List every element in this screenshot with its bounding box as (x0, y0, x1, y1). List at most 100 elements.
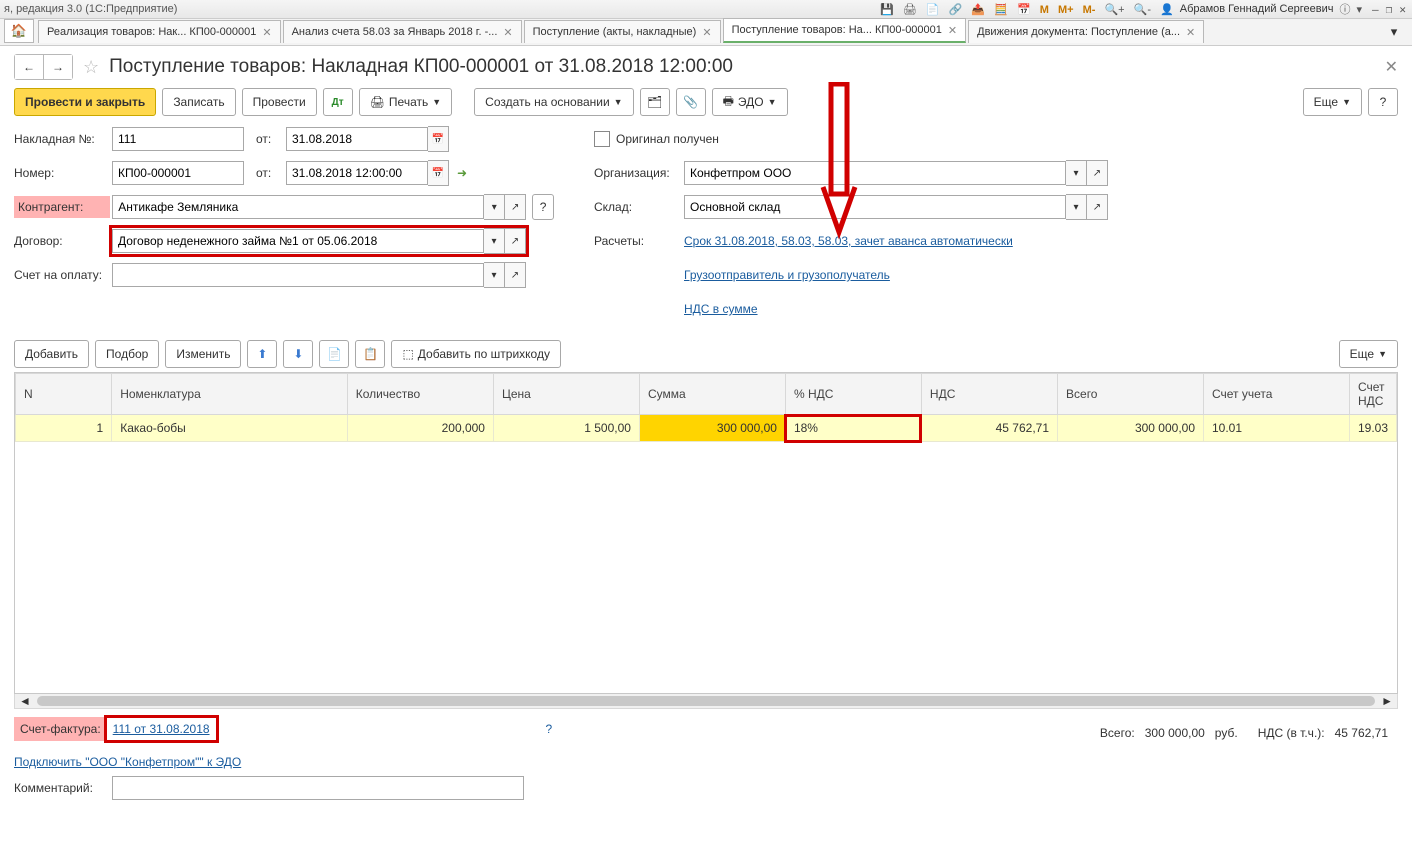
nakl-number-input[interactable] (112, 127, 244, 151)
run-button[interactable]: Провести (242, 88, 317, 116)
tab-close-icon[interactable]: ✕ (948, 24, 957, 37)
items-table[interactable]: N Номенклатура Количество Цена Сумма % Н… (14, 372, 1398, 694)
h-scrollbar[interactable]: ◄► (14, 693, 1398, 709)
edo-connect-link[interactable]: Подключить "ООО "Конфетпром"" к ЭДО (14, 755, 241, 769)
cell-price[interactable]: 1 500,00 (493, 415, 639, 442)
cell-name[interactable]: Какао-бобы (112, 415, 347, 442)
open-icon[interactable]: ↗ (1087, 160, 1108, 186)
edo-button[interactable]: 🖶 ЭДО▼ (712, 88, 788, 116)
barcode-button[interactable]: ⬚ Добавить по штрихкоду (391, 340, 561, 368)
help-button[interactable]: ? (1368, 88, 1398, 116)
datetime-input[interactable] (286, 161, 428, 185)
tab-receipt-doc[interactable]: Поступление товаров: На... КП00-000001✕ (723, 18, 967, 43)
col-vat[interactable]: НДС (921, 374, 1057, 415)
tab-receipt-list[interactable]: Поступление (акты, накладные)✕ (524, 20, 721, 43)
restore-icon[interactable]: ❐ (1386, 3, 1393, 16)
col-qty[interactable]: Количество (347, 374, 493, 415)
comment-input[interactable] (112, 776, 524, 800)
mem-mplus[interactable]: M+ (1058, 4, 1074, 16)
close-page-icon[interactable]: ✕ (1385, 57, 1398, 77)
cell-total[interactable]: 300 000,00 (1058, 415, 1204, 442)
compare-icon[interactable]: 🔗 (949, 4, 963, 16)
nds-link[interactable]: НДС в сумме (684, 302, 758, 316)
nakl-date-input[interactable] (286, 127, 428, 151)
col-sum[interactable]: Сумма (639, 374, 785, 415)
col-acc[interactable]: Счет учета (1204, 374, 1350, 415)
tabs-menu-icon[interactable]: ▾ (1380, 21, 1408, 43)
dropdown-icon[interactable]: ▾ (484, 194, 505, 220)
col-vatp[interactable]: % НДС (785, 374, 921, 415)
back-button[interactable]: ← (14, 54, 43, 80)
create-based-button[interactable]: Создать на основании▼ (474, 88, 633, 116)
open-icon[interactable]: ↗ (1087, 194, 1108, 220)
consignor-link[interactable]: Грузоотправитель и грузополучатель (684, 268, 890, 282)
copy-icon[interactable]: 📄 (319, 340, 349, 368)
calendar-icon[interactable]: 📅 (1017, 4, 1031, 16)
original-checkbox[interactable] (594, 131, 610, 147)
dtkt-icon[interactable]: Дт (323, 88, 353, 116)
doc-icon[interactable]: 📄 (926, 4, 940, 16)
dropdown-icon[interactable]: ▾ (1356, 3, 1362, 16)
dropdown-icon[interactable]: ▾ (484, 262, 505, 288)
user-name[interactable]: Абрамов Геннадий Сергеевич (1180, 3, 1334, 15)
edit-button[interactable]: Изменить (165, 340, 241, 368)
sf-link[interactable]: 111 от 31.08.2018 (107, 718, 216, 740)
sklad-input[interactable] (684, 195, 1066, 219)
paste-icon[interactable]: 📋 (355, 340, 385, 368)
counterparty-input[interactable] (112, 195, 484, 219)
print-button[interactable]: 🖨 Печать▼ (359, 88, 452, 116)
save-button[interactable]: Записать (162, 88, 235, 116)
contract-input[interactable] (112, 229, 484, 253)
cell-vat[interactable]: 45 762,71 (921, 415, 1057, 442)
cell-n[interactable]: 1 (16, 415, 112, 442)
pick-button[interactable]: Подбор (95, 340, 159, 368)
save-icon[interactable]: 💾 (880, 4, 894, 16)
cell-qty[interactable]: 200,000 (347, 415, 493, 442)
add-row-button[interactable]: Добавить (14, 340, 89, 368)
mem-m[interactable]: M (1040, 4, 1049, 16)
dropdown-icon[interactable]: ▾ (1066, 194, 1087, 220)
open-icon[interactable]: ↗ (505, 228, 526, 254)
mem-mminus[interactable]: M- (1083, 4, 1096, 16)
cell-vatp[interactable]: 18% (785, 415, 921, 442)
tab-close-icon[interactable]: ✕ (702, 26, 711, 39)
close-icon[interactable]: ✕ (1399, 3, 1406, 16)
minimize-icon[interactable]: — (1372, 3, 1379, 16)
col-n[interactable]: N (16, 374, 112, 415)
open-icon[interactable]: ↗ (505, 194, 526, 220)
cell-sum[interactable]: 300 000,00 (639, 415, 785, 442)
col-accvat[interactable]: Счет НДС (1349, 374, 1396, 415)
tab-close-icon[interactable]: ✕ (1186, 26, 1195, 39)
calendar-icon[interactable]: 📅 (428, 160, 449, 186)
info-icon[interactable]: ⓘ (1339, 1, 1350, 17)
col-total[interactable]: Всего (1058, 374, 1204, 415)
attach-icon[interactable]: 📎 (676, 88, 706, 116)
table-row[interactable]: 1 Какао-бобы 200,000 1 500,00 300 000,00… (16, 415, 1397, 442)
zoom-in-icon[interactable]: 🔍+ (1104, 4, 1124, 16)
related-icon[interactable]: 🗂 (640, 88, 670, 116)
org-input[interactable] (684, 161, 1066, 185)
forward-button[interactable]: → (43, 54, 73, 80)
cell-accvat[interactable]: 19.03 (1349, 415, 1396, 442)
bill-input[interactable] (112, 263, 484, 287)
dropdown-icon[interactable]: ▾ (1066, 160, 1087, 186)
export-icon[interactable]: 📤 (971, 4, 985, 16)
tab-analysis[interactable]: Анализ счета 58.03 за Январь 2018 г. -..… (283, 20, 522, 43)
col-name[interactable]: Номенклатура (112, 374, 347, 415)
cell-acc[interactable]: 10.01 (1204, 415, 1350, 442)
print-icon[interactable]: 🖨 (903, 4, 917, 16)
favorite-icon[interactable]: ☆ (83, 57, 99, 78)
run-and-close-button[interactable]: Провести и закрыть (14, 88, 156, 116)
move-down-icon[interactable]: ⬇ (283, 340, 313, 368)
more-button[interactable]: Еще▼ (1303, 88, 1362, 116)
zoom-out-icon[interactable]: 🔍- (1134, 4, 1151, 16)
number-input[interactable] (112, 161, 244, 185)
open-icon[interactable]: ↗ (505, 262, 526, 288)
col-price[interactable]: Цена (493, 374, 639, 415)
tab-close-icon[interactable]: ✕ (262, 26, 271, 39)
tab-close-icon[interactable]: ✕ (503, 26, 512, 39)
table-more-button[interactable]: Еще▼ (1339, 340, 1398, 368)
home-button[interactable]: 🏠 (4, 19, 34, 43)
calendar-icon[interactable]: 📅 (428, 126, 449, 152)
sf-help[interactable]: ? (546, 722, 553, 736)
